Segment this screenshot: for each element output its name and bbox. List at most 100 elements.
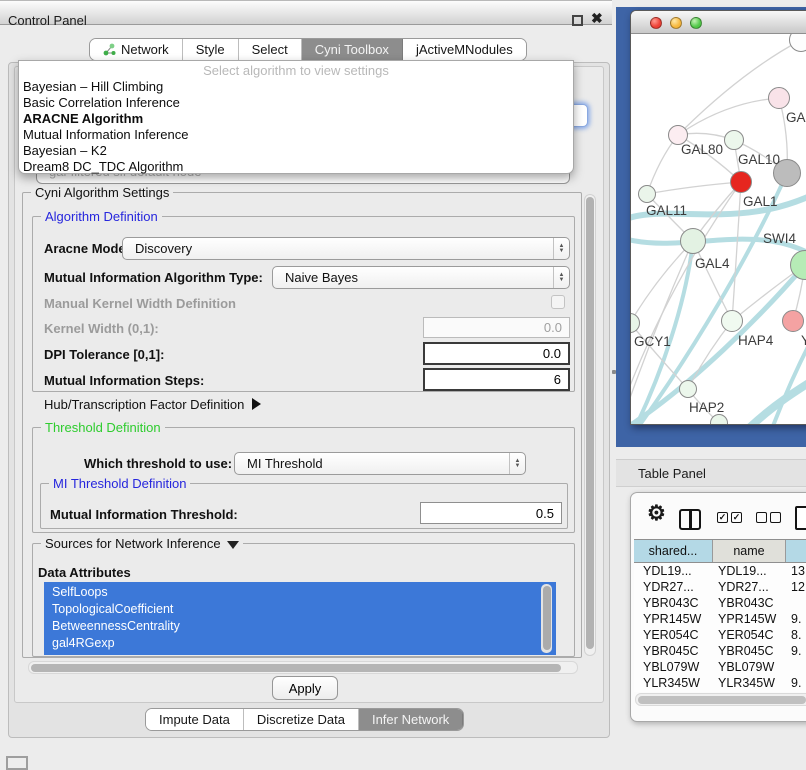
node-gal11[interactable] <box>638 185 656 203</box>
deselect-all-checkboxes-icon[interactable] <box>756 512 782 524</box>
mi-type-select[interactable]: Naive Bayes ▲▼ <box>272 266 570 289</box>
network-icon <box>103 43 116 56</box>
table-row[interactable]: YPR145WYPR145W9. <box>634 611 806 627</box>
float-window-icon[interactable] <box>572 15 583 26</box>
table-row[interactable]: YDL19...YDL19...13 <box>634 563 806 579</box>
mi-steps-input[interactable]: 6 <box>423 368 570 391</box>
close-traffic-light-icon[interactable] <box>650 17 662 29</box>
node-label: GAL <box>786 110 806 125</box>
node-pink-right[interactable] <box>782 310 804 332</box>
node-bottom[interactable] <box>710 414 728 425</box>
table-row[interactable]: YIL052CYIL052C9 <box>634 691 806 692</box>
column-header-shared-name[interactable]: shared... <box>634 540 713 562</box>
network-window-titlebar[interactable] <box>631 11 806 34</box>
node-label: GAL1 <box>743 194 778 209</box>
table-row[interactable]: YLR345WYLR345W9. <box>634 675 806 691</box>
node-label: HAP4 <box>738 333 773 348</box>
menu-item-bayesian-hill-climbing[interactable]: Bayesian – Hill Climbing <box>23 79 563 95</box>
popup-placeholder: Select algorithm to view settings <box>19 63 573 78</box>
menu-item-aracne[interactable]: ARACNE Algorithm <box>23 111 563 127</box>
list-item-selected[interactable]: TopologicalCoefficient <box>52 601 532 618</box>
hub-definition-toggle[interactable]: Hub/Transcription Factor Definition <box>44 397 261 412</box>
node-gal4[interactable] <box>680 228 706 254</box>
data-attributes-list[interactable]: SelfLoops TopologicalCoefficient Between… <box>44 582 556 655</box>
aracne-mode-label: Aracne Mode: <box>44 241 130 256</box>
mi-threshold-input[interactable]: 0.5 <box>420 502 562 524</box>
menu-item-dream8[interactable]: Dream8 DC_TDC Algorithm <box>23 159 563 175</box>
control-panel-title: Control Panel <box>8 13 87 28</box>
table-row[interactable]: YBR043CYBR043C <box>634 595 806 611</box>
settings-vertical-scrollbar[interactable] <box>584 194 596 656</box>
apply-button[interactable]: Apply <box>272 676 338 700</box>
tab-infer-network[interactable]: Infer Network <box>359 709 463 730</box>
table-row[interactable]: YBR045CYBR045C9. <box>634 643 806 659</box>
tab-label: Network <box>121 42 169 57</box>
settings-vscroll-thumb[interactable] <box>586 197 594 649</box>
node-hap2[interactable] <box>679 380 697 398</box>
node-gal1-red[interactable] <box>730 171 752 193</box>
table-row[interactable]: YER054CYER054C8. <box>634 627 806 643</box>
list-item-selected[interactable]: BetweennessCentrality <box>52 618 532 635</box>
tab-cyni-toolbox[interactable]: Cyni Toolbox <box>302 39 403 60</box>
column-header-name[interactable]: name <box>713 540 786 562</box>
list-item-selected[interactable]: SelfLoops <box>52 584 532 601</box>
algorithm-definition-title: Algorithm Definition <box>41 209 162 224</box>
settings-group-title: Cyni Algorithm Settings <box>31 185 173 200</box>
tab-style[interactable]: Style <box>183 39 239 60</box>
table-horizontal-scrollbar[interactable] <box>635 693 806 706</box>
settings-hscroll-thumb[interactable] <box>31 664 561 672</box>
splitter-handle[interactable] <box>612 370 616 374</box>
control-panel-titlebar[interactable]: Control Panel ✖ <box>0 0 612 25</box>
minimize-traffic-light-icon[interactable] <box>670 17 682 29</box>
select-all-checkboxes-icon[interactable]: ✓✓ <box>717 512 743 524</box>
collapse-arrow-icon <box>227 541 239 549</box>
network-canvas[interactable]: GAL GAL80 GAL10 GAL1 GAL11 SWI4 GAL4 GCY… <box>631 34 806 425</box>
menu-item-bayesian-k2[interactable]: Bayesian – K2 <box>23 143 563 159</box>
tab-jactivemnodules[interactable]: jActiveMNodules <box>403 39 526 60</box>
menu-item-basic-correlation[interactable]: Basic Correlation Inference <box>23 95 563 111</box>
dpi-tolerance-input[interactable]: 0.0 <box>423 342 570 365</box>
table-hscroll-thumb[interactable] <box>638 696 806 704</box>
table-header-row: shared... name <box>634 539 806 563</box>
node-hap4[interactable] <box>721 310 743 332</box>
which-threshold-select[interactable]: MI Threshold ▲▼ <box>234 452 526 475</box>
network-view-window[interactable]: GAL GAL80 GAL10 GAL1 GAL11 SWI4 GAL4 GCY… <box>630 10 806 425</box>
gear-icon[interactable]: ⚙ <box>647 501 666 526</box>
table-row[interactable]: YDR27...YDR27...12 <box>634 579 806 595</box>
tab-select[interactable]: Select <box>239 39 302 60</box>
manual-kernel-checkbox[interactable] <box>551 295 565 309</box>
minimized-panel-icon[interactable] <box>6 756 28 770</box>
kernel-width-input[interactable]: 0.0 <box>423 317 570 338</box>
node-label: HAP2 <box>689 400 724 415</box>
new-table-icon[interactable] <box>795 506 806 530</box>
tab-network[interactable]: Network <box>90 39 183 60</box>
table-body-cont[interactable]: YER054CYER054C8. YBR045CYBR045C9. YBL079… <box>634 627 806 692</box>
node-label: GAL4 <box>695 256 730 271</box>
table-row[interactable]: YBL079WYBL079W <box>634 659 806 675</box>
attributes-scrollbar[interactable] <box>541 584 552 653</box>
menu-item-mutual-information[interactable]: Mutual Information Inference <box>23 127 563 143</box>
columns-icon[interactable] <box>679 509 701 530</box>
node-label: Y <box>801 333 806 348</box>
mi-threshold-definition-title: MI Threshold Definition <box>49 476 190 491</box>
close-icon[interactable]: ✖ <box>591 10 603 27</box>
settings-horizontal-scrollbar[interactable] <box>28 661 578 674</box>
mi-type-label: Mutual Information Algorithm Type: <box>44 270 263 285</box>
aracne-mode-select[interactable]: Discovery ▲▼ <box>122 237 570 260</box>
control-panel-tabbar: Network Style Select Cyni Toolbox jActiv… <box>89 38 527 61</box>
table-body[interactable]: YDL19...YDL19...13 YDR27...YDR27...12 YB… <box>634 563 806 630</box>
stepper-arrows-icon: ▲▼ <box>553 238 569 259</box>
tab-discretize-data[interactable]: Discretize Data <box>244 709 359 730</box>
list-item-selected[interactable]: gal4RGexp <box>52 635 532 652</box>
attributes-scroll-thumb[interactable] <box>543 586 551 650</box>
node-label: GAL80 <box>681 142 723 157</box>
table-panel-window[interactable]: ⚙ ✓✓ shared... name YDL19...YDL19...13 Y… <box>630 492 806 722</box>
zoom-traffic-light-icon[interactable] <box>690 17 702 29</box>
node-gal10[interactable] <box>724 130 744 150</box>
node-label: GAL11 <box>646 203 687 218</box>
tab-impute-data[interactable]: Impute Data <box>146 709 244 730</box>
column-header-cut[interactable] <box>786 540 806 562</box>
expand-arrow-icon <box>252 398 261 410</box>
node-gal[interactable] <box>768 87 790 109</box>
sources-title[interactable]: Sources for Network Inference <box>41 536 243 551</box>
